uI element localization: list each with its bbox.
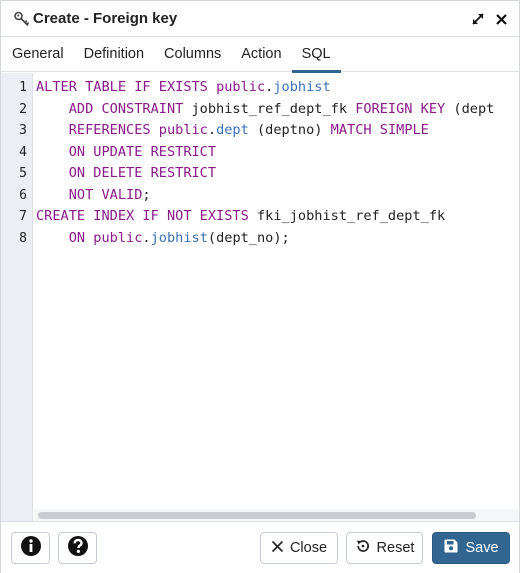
save-icon — [443, 538, 459, 558]
code-line: NOT VALID; — [36, 185, 519, 207]
line-number-gutter: 1 2 3 4 5 6 7 8 — [1, 73, 33, 521]
code-token: NOT VALID — [36, 186, 143, 203]
code-token: jobhist — [150, 229, 208, 246]
tab-action[interactable]: Action — [231, 38, 291, 72]
code-token: public — [216, 79, 266, 95]
help-button[interactable] — [58, 532, 97, 564]
sql-editor[interactable]: 12345678 ALTER TABLE IF EXISTS public.jo… — [1, 73, 519, 521]
code-token: . — [142, 229, 151, 246]
key-icon — [13, 10, 31, 28]
tab-general[interactable]: General — [2, 38, 74, 72]
code-token: FOREIGN KEY — [355, 100, 454, 117]
code-token: public — [93, 229, 143, 246]
code-token: ; — [142, 186, 151, 203]
dialog-tabs: General Definition Columns Action SQL — [1, 38, 519, 73]
horizontal-scrollbar[interactable] — [34, 509, 519, 521]
code-token: MATCH SIMPLE — [330, 122, 429, 138]
close-button-label: Close — [289, 540, 328, 556]
code-token: dept — [216, 122, 257, 138]
line-number: 3 — [19, 123, 27, 138]
create-foreign-key-dialog: Create - Foreign key General Definition … — [0, 0, 520, 573]
tab-definition[interactable]: Definition — [74, 38, 154, 72]
line-number: 8 — [19, 230, 27, 246]
code-token: public — [158, 122, 208, 138]
help-icon — [67, 535, 89, 561]
code-line: ALTER TABLE IF EXISTS public.jobhist — [36, 77, 519, 99]
code-token: ON DELETE RESTRICT — [36, 165, 217, 181]
dialog-title: Create - Foreign key — [33, 10, 178, 27]
line-number: 4 — [19, 144, 27, 160]
sql-code[interactable]: ALTER TABLE IF EXISTS public.jobhist ADD… — [36, 77, 519, 249]
code-token: REFERENCES — [36, 122, 159, 138]
code-token: fki_jobhist_ref_dept_fk — [256, 208, 446, 224]
code-token: (deptno) — [256, 122, 331, 138]
code-line: ON public.jobhist(dept_no); — [36, 228, 519, 250]
tab-sql[interactable]: SQL — [291, 38, 341, 73]
reset-button-label: Reset — [376, 540, 415, 556]
reset-button[interactable]: Reset — [346, 532, 423, 564]
code-line: ON UPDATE RESTRICT — [36, 142, 519, 164]
scrollbar-thumb[interactable] — [38, 512, 476, 519]
code-token: ALTER TABLE IF EXISTS — [36, 79, 217, 95]
line-number: 6 — [19, 187, 27, 203]
close-button[interactable]: Close — [260, 532, 338, 564]
code-token: (dept — [453, 100, 495, 117]
save-button-label: Save — [465, 540, 499, 556]
save-button[interactable]: Save — [432, 532, 510, 564]
line-number: 1 — [19, 80, 27, 95]
code-token: (dept_no); — [207, 229, 290, 246]
code-token: ON UPDATE RESTRICT — [36, 143, 217, 160]
dialog-footer: Close Reset Save — [1, 521, 519, 573]
code-line: REFERENCES public.dept (deptno) MATCH SI… — [36, 120, 519, 142]
code-line: CREATE INDEX IF NOT EXISTS fki_jobhist_r… — [36, 206, 519, 228]
code-token: jobhist_ref_dept_fk — [191, 100, 356, 117]
reset-icon — [355, 538, 371, 558]
tab-columns[interactable]: Columns — [154, 38, 231, 72]
dialog-titlebar[interactable]: Create - Foreign key — [1, 1, 519, 37]
code-token: jobhist — [273, 79, 331, 95]
line-number: 7 — [19, 209, 27, 224]
code-token: CREATE INDEX IF NOT EXISTS — [36, 208, 257, 224]
close-x-icon — [271, 540, 284, 557]
expand-icon[interactable] — [467, 8, 489, 30]
code-token: . — [207, 122, 217, 138]
code-line: ON DELETE RESTRICT — [36, 163, 519, 185]
code-line: ADD CONSTRAINT jobhist_ref_dept_fk FOREI… — [36, 99, 519, 121]
info-button[interactable] — [11, 532, 50, 564]
code-token: ON — [36, 229, 94, 246]
info-icon — [20, 535, 42, 561]
line-number: 5 — [19, 166, 27, 181]
close-icon[interactable] — [490, 8, 512, 30]
code-token: ADD CONSTRAINT — [36, 100, 192, 117]
line-number: 2 — [19, 101, 27, 117]
